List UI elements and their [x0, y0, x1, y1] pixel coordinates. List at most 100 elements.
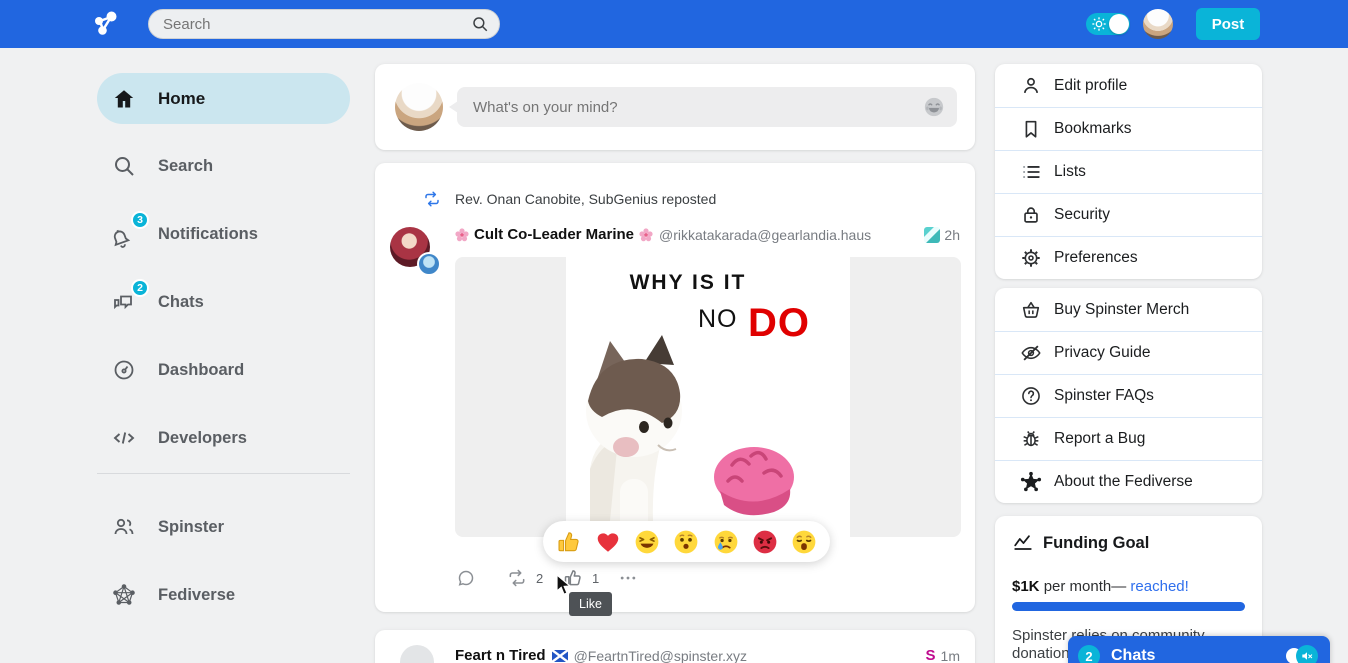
more-options-button[interactable] [618, 568, 638, 588]
post-button[interactable]: Post [1196, 8, 1260, 40]
post-timestamp[interactable]: 2h [944, 227, 960, 243]
author-handle[interactable]: @rikkatakarada@gearlandia.haus [659, 227, 916, 243]
chart-icon [1012, 533, 1034, 555]
like-count: 1 [592, 571, 599, 586]
menu-item-faqs[interactable]: Spinster FAQs [995, 374, 1262, 417]
reaction-surprised-icon[interactable] [673, 529, 699, 555]
cherry-blossom-emoji [639, 228, 653, 242]
author-name[interactable]: Cult Co-Leader Marine [474, 226, 634, 243]
emoji-picker-icon[interactable] [923, 96, 945, 118]
author-name[interactable]: Feart n Tired [455, 647, 546, 663]
info-menu: Buy Spinster Merch Privacy Guide Spinste… [995, 288, 1262, 503]
sidebar-item-search[interactable]: Search [97, 150, 350, 182]
top-bar: Post [0, 0, 1348, 48]
menu-label: Privacy Guide [1054, 344, 1150, 362]
toggle-knob[interactable] [1109, 14, 1129, 34]
menu-label: Security [1054, 206, 1110, 224]
bookmark-icon [1020, 118, 1042, 140]
search-icon[interactable] [471, 15, 489, 33]
user-avatar[interactable] [1143, 9, 1173, 39]
fediverse-star-icon [1020, 471, 1042, 493]
reached-link[interactable]: reached! [1130, 578, 1188, 595]
menu-label: Lists [1054, 163, 1086, 181]
sidebar-item-fediverse[interactable]: Fediverse [97, 579, 350, 611]
person-icon [1020, 75, 1042, 97]
people-icon [112, 515, 136, 539]
author-avatar[interactable] [400, 645, 434, 663]
code-icon [112, 426, 136, 450]
sidebar-item-notifications[interactable]: 3 Notifications [97, 218, 350, 250]
funding-amount: $1K [1012, 578, 1040, 595]
chats-badge: 2 [131, 279, 149, 297]
reaction-heart-icon[interactable] [595, 529, 621, 555]
menu-item-lists[interactable]: Lists [995, 150, 1262, 193]
menu-item-preferences[interactable]: Preferences [995, 236, 1262, 279]
reaction-thumbs-up-icon[interactable] [556, 529, 582, 555]
meme-image: WHY IS IT NO DO [566, 257, 850, 537]
funding-title: Funding Goal [1043, 534, 1149, 553]
chats-count-badge: 2 [1078, 645, 1100, 663]
post-header: Feart n Tired @FeartnTired@spinster.xyz … [455, 647, 960, 663]
menu-label: Report a Bug [1054, 430, 1145, 448]
menu-item-merch[interactable]: Buy Spinster Merch [995, 288, 1262, 331]
menu-label: Buy Spinster Merch [1054, 301, 1189, 319]
compose-input[interactable] [457, 99, 923, 116]
spinster-app: Post Home Search 3 [0, 0, 1348, 663]
like-button[interactable]: 1 [563, 568, 599, 588]
chats-label: Chats [1111, 647, 1286, 663]
repost-note[interactable]: Rev. Onan Canobite, SubGenius reposted [423, 190, 716, 208]
menu-label: Bookmarks [1054, 120, 1132, 138]
sidebar-label: Fediverse [158, 586, 235, 605]
funding-progress-bar [1012, 602, 1245, 611]
sidebar-item-spinster[interactable]: Spinster [97, 511, 350, 543]
search-icon [112, 154, 136, 178]
repost-button[interactable]: 2 [507, 568, 543, 588]
sidebar-item-home[interactable]: Home [97, 73, 350, 124]
reaction-picker [543, 521, 830, 562]
author-handle[interactable]: @FeartnTired@spinster.xyz [574, 648, 926, 663]
avatar[interactable] [395, 83, 443, 131]
miku-avatar-emoji [924, 227, 940, 243]
menu-label: Edit profile [1054, 77, 1127, 95]
post-header: Cult Co-Leader Marine @rikkatakarada@gea… [455, 226, 960, 243]
menu-item-privacy[interactable]: Privacy Guide [995, 331, 1262, 374]
menu-label: Spinster FAQs [1054, 387, 1154, 405]
header-search [148, 9, 500, 39]
spinster-logo-icon[interactable] [92, 9, 122, 39]
reaction-angry-icon[interactable] [752, 529, 778, 555]
reposter-avatar[interactable] [417, 252, 441, 276]
funding-goal-line: $1K per month— reached! [1012, 578, 1189, 595]
reaction-laughing-icon[interactable] [634, 529, 660, 555]
notifications-badge: 3 [131, 211, 149, 229]
search-input[interactable] [149, 16, 471, 33]
cat-image [560, 329, 712, 537]
menu-item-security[interactable]: Security [995, 193, 1262, 236]
menu-item-bookmarks[interactable]: Bookmarks [995, 107, 1262, 150]
sun-icon [1091, 16, 1107, 32]
sidebar-label: Home [158, 89, 205, 109]
cherry-blossom-emoji [455, 228, 469, 242]
sidebar-item-developers[interactable]: Developers [97, 422, 350, 454]
menu-item-about-fediverse[interactable]: About the Fediverse [995, 460, 1262, 503]
post-timestamp[interactable]: 1m [941, 648, 960, 663]
menu-item-report-bug[interactable]: Report a Bug [995, 417, 1262, 460]
sidebar-item-chats[interactable]: 2 Chats [97, 286, 350, 318]
comment-button[interactable] [456, 568, 476, 588]
sidebar-item-dashboard[interactable]: Dashboard [97, 354, 350, 386]
fediverse-icon [112, 583, 136, 607]
repost-count: 2 [536, 571, 543, 586]
spinster-instance-badge: S [926, 647, 936, 663]
reaction-weary-icon[interactable] [791, 529, 817, 555]
reaction-crying-icon[interactable] [713, 529, 739, 555]
sidebar-label: Notifications [158, 225, 258, 244]
chats-panel-header[interactable]: 2 Chats [1068, 636, 1330, 663]
sidebar-label: Search [158, 157, 213, 176]
brain-emoji [704, 439, 804, 525]
menu-item-edit-profile[interactable]: Edit profile [995, 64, 1262, 107]
post-media[interactable]: WHY IS IT NO DO [455, 257, 961, 537]
list-icon [1020, 161, 1042, 183]
mute-speaker-icon[interactable] [1296, 645, 1318, 663]
theme-toggle[interactable] [1086, 13, 1130, 35]
home-icon [112, 87, 136, 111]
compose-card [375, 64, 975, 150]
